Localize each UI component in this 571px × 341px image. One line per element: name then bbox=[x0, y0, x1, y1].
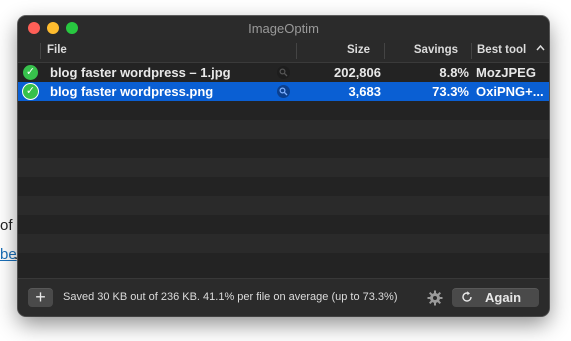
empty-row bbox=[18, 234, 549, 253]
window-title: ImageOptim bbox=[248, 21, 319, 36]
again-button-label: Again bbox=[485, 290, 522, 305]
imageoptim-window: ImageOptim File Size Savings Best tool ✓… bbox=[18, 16, 549, 316]
status-text: Saved 30 KB out of 236 KB. 41.1% per fil… bbox=[63, 291, 398, 303]
column-header-savings[interactable]: Savings bbox=[414, 44, 458, 56]
file-size: 202,806 bbox=[334, 65, 381, 80]
best-tool: MozJPEG bbox=[476, 65, 536, 80]
checkmark-icon: ✓ bbox=[23, 65, 38, 80]
magnifier-icon[interactable] bbox=[277, 85, 290, 98]
file-list[interactable]: ✓ blog faster wordpress – 1.jpg 202,806 … bbox=[18, 63, 549, 275]
plus-icon: + bbox=[35, 287, 46, 307]
file-size: 3,683 bbox=[348, 84, 381, 99]
empty-row bbox=[18, 215, 549, 234]
file-savings: 8.8% bbox=[439, 65, 469, 80]
add-files-button[interactable]: + bbox=[28, 288, 53, 307]
table-row[interactable]: ✓ blog faster wordpress – 1.jpg 202,806 … bbox=[18, 63, 549, 82]
refresh-icon bbox=[460, 290, 474, 304]
column-header-best-tool[interactable]: Best tool bbox=[477, 44, 526, 56]
table-row[interactable]: ✓ blog faster wordpress.png 3,683 73.3% … bbox=[18, 82, 549, 101]
magnifier-icon[interactable] bbox=[277, 66, 290, 79]
header-separator bbox=[384, 43, 385, 59]
file-name: blog faster wordpress – 1.jpg bbox=[50, 65, 231, 80]
empty-row bbox=[18, 177, 549, 196]
header-separator bbox=[296, 43, 297, 59]
again-button[interactable]: Again bbox=[452, 288, 539, 307]
file-savings: 73.3% bbox=[432, 84, 469, 99]
checkmark-icon: ✓ bbox=[23, 84, 38, 99]
background-text-fragment: of bbox=[0, 217, 13, 234]
file-name: blog faster wordpress.png bbox=[50, 84, 214, 99]
empty-row bbox=[18, 120, 549, 139]
empty-row bbox=[18, 139, 549, 158]
footer-bar: + Saved 30 KB out of 236 KB. 41.1% per f… bbox=[18, 278, 549, 316]
empty-row bbox=[18, 158, 549, 177]
empty-row bbox=[18, 101, 549, 120]
gear-icon[interactable] bbox=[427, 290, 443, 306]
column-header-size[interactable]: Size bbox=[347, 44, 370, 56]
empty-row bbox=[18, 196, 549, 215]
header-separator bbox=[471, 43, 472, 59]
best-tool: OxiPNG+... bbox=[476, 84, 544, 99]
table-header: File Size Savings Best tool bbox=[18, 40, 549, 63]
column-header-file[interactable]: File bbox=[47, 44, 67, 56]
sort-ascending-icon[interactable] bbox=[536, 43, 545, 55]
empty-row bbox=[18, 253, 549, 272]
header-separator bbox=[40, 43, 41, 59]
title-bar: ImageOptim bbox=[18, 16, 549, 40]
